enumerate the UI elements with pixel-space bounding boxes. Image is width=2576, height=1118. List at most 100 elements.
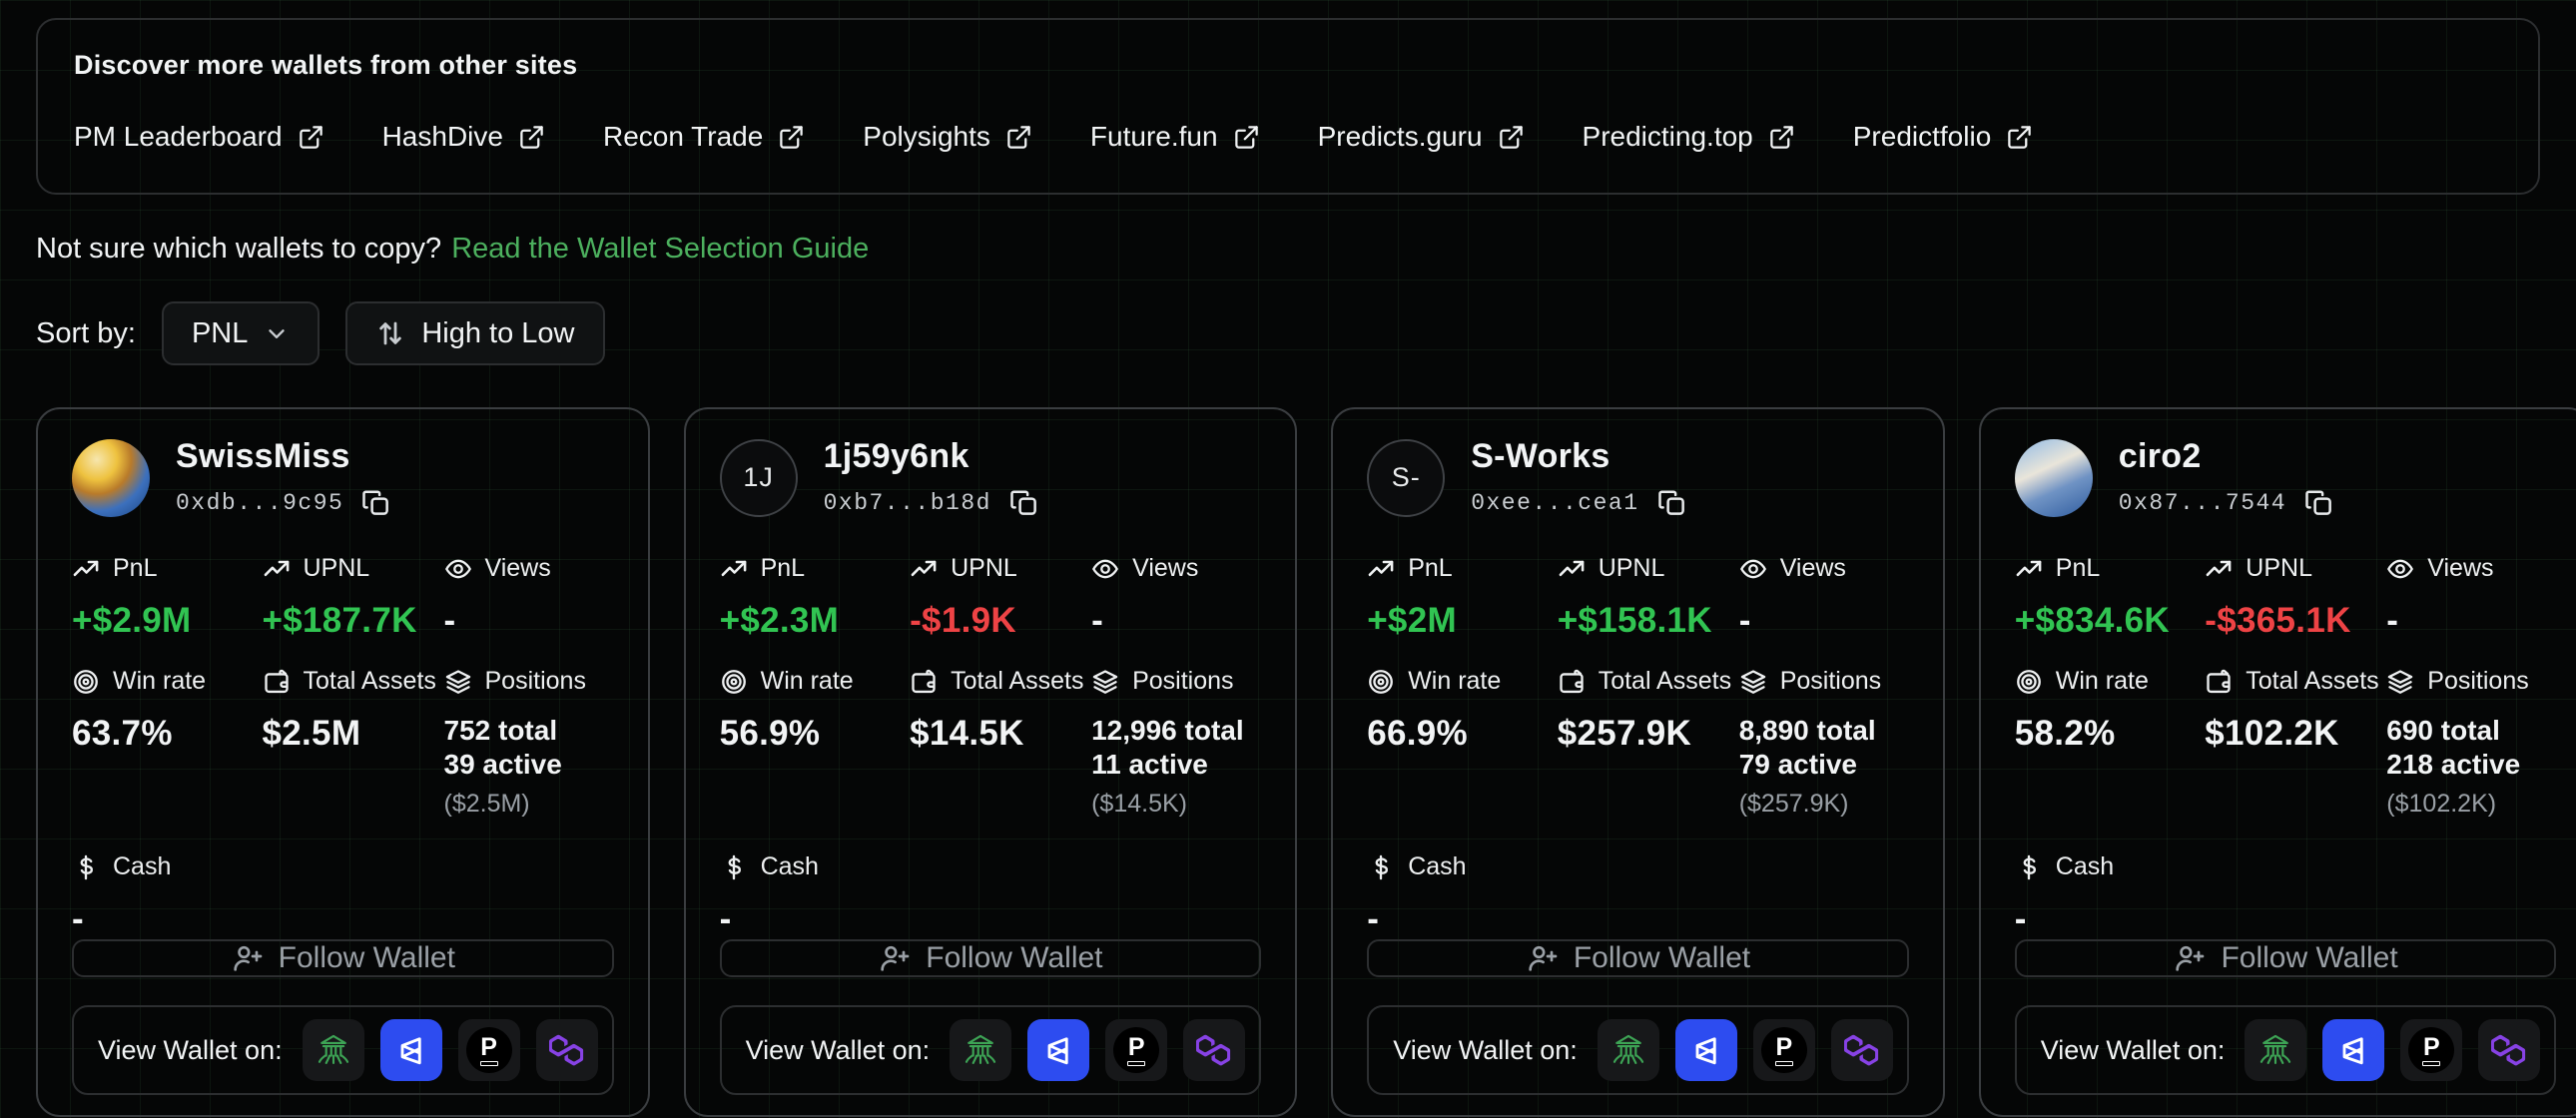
view-wallet-label: View Wallet on:	[2041, 1035, 2226, 1066]
layers-icon	[1739, 668, 1767, 696]
stat-label-positions: Positions	[1739, 667, 1909, 696]
blue-prism-icon[interactable]	[1027, 1019, 1089, 1081]
link-recon-trade[interactable]: Recon Trade	[603, 121, 805, 153]
card-header: ciro2 0x87...7544	[2015, 437, 2557, 518]
target-icon	[1367, 668, 1395, 696]
layers-icon	[444, 668, 472, 696]
positions-value: 12,996 total 11 active ($14.5K)	[1091, 714, 1261, 819]
sort-by-label: Sort by:	[36, 317, 136, 350]
stat-label-total-assets: Total Assets	[263, 667, 444, 696]
polygon-icon[interactable]	[1831, 1019, 1893, 1081]
stat-label-win-rate: Win rate	[1367, 667, 1558, 696]
link-pm-leaderboard[interactable]: PM Leaderboard	[74, 121, 324, 153]
external-link-icon	[1233, 124, 1260, 151]
external-link-icon	[1005, 124, 1032, 151]
cash-block: Cash -	[2015, 852, 2557, 939]
stat-label-win-rate: Win rate	[2015, 667, 2206, 696]
stat-label-pnl: PnL	[1367, 554, 1558, 583]
link-predicting-top[interactable]: Predicting.top	[1583, 121, 1795, 153]
follow-wallet-button[interactable]: Follow Wallet	[72, 939, 614, 977]
external-link-icon	[518, 124, 545, 151]
dollar-icon	[720, 853, 748, 881]
copy-address-button[interactable]	[1009, 488, 1039, 518]
wallet-name: ciro2	[2119, 437, 2334, 476]
copy-icon	[1009, 488, 1039, 518]
green-temple-icon[interactable]	[303, 1019, 364, 1081]
blue-prism-icon[interactable]	[1675, 1019, 1737, 1081]
stat-label-positions: Positions	[444, 667, 614, 696]
link-predicts-guru[interactable]: Predicts.guru	[1318, 121, 1525, 153]
stat-label-total-assets: Total Assets	[910, 667, 1091, 696]
guide-question: Not sure which wallets to copy?	[36, 233, 441, 265]
cash-block: Cash -	[1367, 852, 1909, 939]
stat-label-upnl: UPNL	[910, 554, 1091, 583]
wallet-name: S-Works	[1471, 437, 1686, 476]
blue-prism-icon[interactable]	[380, 1019, 442, 1081]
wallet-address: 0xb7...b18d	[824, 490, 991, 516]
trending-up-icon	[263, 555, 291, 583]
eye-icon	[444, 555, 472, 583]
copy-address-button[interactable]	[361, 488, 391, 518]
target-icon	[2015, 668, 2043, 696]
green-temple-icon[interactable]	[950, 1019, 1011, 1081]
polygon-icon[interactable]	[536, 1019, 598, 1081]
wallet-selection-guide-link[interactable]: Read the Wallet Selection Guide	[451, 233, 869, 265]
stat-label-views: Views	[2386, 554, 2556, 583]
follow-wallet-button[interactable]: Follow Wallet	[1367, 939, 1909, 977]
follow-wallet-button[interactable]: Follow Wallet	[720, 939, 1262, 977]
cash-block: Cash -	[72, 852, 614, 939]
win-rate-value: 58.2%	[2015, 714, 2206, 754]
pnl-value: +$2.3M	[720, 601, 911, 641]
wallet-address: 0x87...7544	[2119, 490, 2286, 516]
trending-up-icon	[1367, 555, 1395, 583]
polygon-icon[interactable]	[2478, 1019, 2540, 1081]
views-value: -	[1739, 601, 1909, 641]
stat-label-views: Views	[1091, 554, 1261, 583]
link-future-fun[interactable]: Future.fun	[1090, 121, 1260, 153]
pnl-value: +$834.6K	[2015, 601, 2206, 641]
user-plus-icon	[878, 942, 910, 974]
cash-value: -	[1367, 899, 1909, 939]
pnl-value: +$2M	[1367, 601, 1558, 641]
follow-wallet-button[interactable]: Follow Wallet	[2015, 939, 2557, 977]
dollar-icon	[2015, 853, 2043, 881]
blue-prism-icon[interactable]	[2322, 1019, 2384, 1081]
sort-field-dropdown[interactable]: PNL	[162, 301, 320, 365]
link-predictfolio[interactable]: Predictfolio	[1853, 121, 2034, 153]
discover-panel: Discover more wallets from other sites P…	[36, 18, 2540, 195]
stat-label-win-rate: Win rate	[72, 667, 263, 696]
positions-value: 8,890 total 79 active ($257.9K)	[1739, 714, 1909, 819]
layers-icon	[2386, 668, 2414, 696]
wallet-card: 1J 1j59y6nk 0xb7...b18d PnL +$2.3M UPNL …	[684, 407, 1298, 1117]
p-badge-icon[interactable]: P	[1753, 1019, 1815, 1081]
external-link-icon	[1498, 124, 1525, 151]
stat-label-upnl: UPNL	[2205, 554, 2386, 583]
cash-value: -	[72, 899, 614, 939]
upnl-value: -$1.9K	[910, 601, 1091, 641]
copy-address-button[interactable]	[2304, 488, 2334, 518]
p-badge-icon[interactable]: P	[458, 1019, 520, 1081]
link-polysights[interactable]: Polysights	[863, 121, 1032, 153]
green-temple-icon[interactable]	[2245, 1019, 2306, 1081]
win-rate-value: 63.7%	[72, 714, 263, 754]
trending-up-icon	[720, 555, 748, 583]
stat-label-cash: Cash	[1367, 852, 1909, 881]
avatar: 1J	[720, 439, 798, 517]
wallet-name: SwissMiss	[176, 437, 391, 476]
wallet-icon	[2205, 668, 2233, 696]
link-hashdive[interactable]: HashDive	[382, 121, 545, 153]
copy-icon	[1657, 488, 1687, 518]
copy-address-button[interactable]	[1657, 488, 1687, 518]
user-plus-icon	[231, 942, 263, 974]
sort-direction-button[interactable]: High to Low	[345, 301, 604, 365]
p-badge-icon[interactable]: P	[2400, 1019, 2462, 1081]
p-badge-icon[interactable]: P	[1105, 1019, 1167, 1081]
upnl-value: +$158.1K	[1558, 601, 1739, 641]
stat-label-cash: Cash	[720, 852, 1262, 881]
wallet-name: 1j59y6nk	[824, 437, 1039, 476]
stat-label-cash: Cash	[2015, 852, 2557, 881]
wallet-card: ciro2 0x87...7544 PnL +$834.6K UPNL -$36…	[1979, 407, 2576, 1117]
green-temple-icon[interactable]	[1598, 1019, 1659, 1081]
polygon-icon[interactable]	[1183, 1019, 1245, 1081]
view-wallet-bar: View Wallet on: P	[72, 1005, 614, 1095]
